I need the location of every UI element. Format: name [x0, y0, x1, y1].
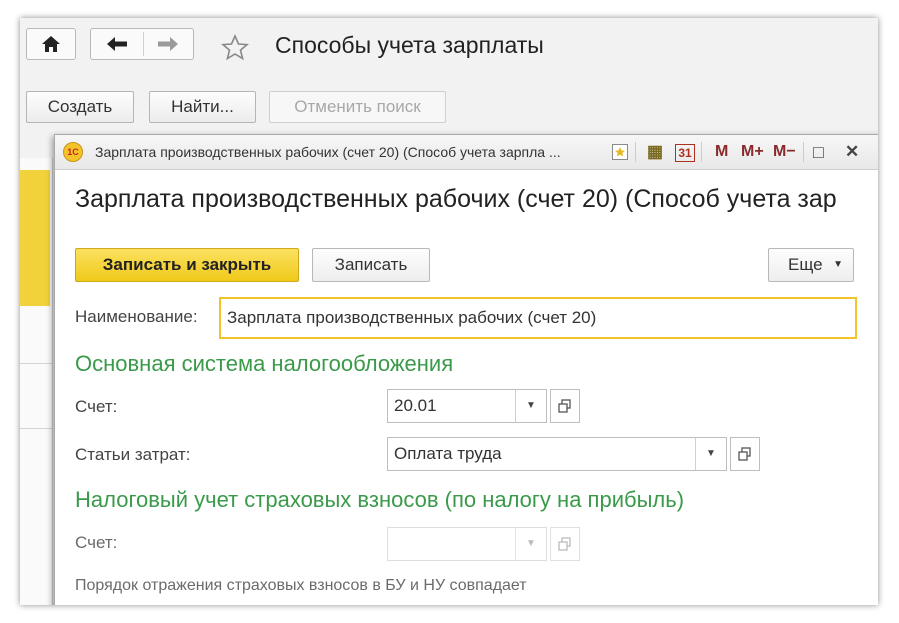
section-insurance-tax: Налоговый учет страховых взносов (по нал…: [75, 487, 685, 512]
arrow-right-icon: [158, 37, 178, 51]
home-button[interactable]: [26, 28, 76, 60]
dropdown-arrow-icon[interactable]: ▼: [515, 528, 546, 560]
memory-icon[interactable]: M: [715, 143, 728, 161]
calendar-icon[interactable]: 31: [675, 144, 695, 162]
cancel-search-button[interactable]: Отменить поиск: [269, 91, 446, 123]
list-selected-row[interactable]: [20, 170, 50, 306]
save-and-close-button[interactable]: Записать и закрыть: [75, 248, 299, 282]
close-icon[interactable]: ✕: [845, 143, 859, 161]
forward-button[interactable]: [144, 29, 194, 59]
find-button[interactable]: Найти...: [149, 91, 256, 123]
cost-items-value: Оплата труда: [394, 444, 502, 463]
edit-dialog: 1С Зарплата производственных рабочих (сч…: [54, 134, 878, 605]
star-icon: [221, 34, 249, 61]
account-value: 20.01: [394, 396, 437, 415]
history-nav: [90, 28, 194, 60]
open-window-icon: [558, 537, 571, 551]
more-button[interactable]: Еще ▼: [768, 248, 854, 282]
open-window-icon: [558, 399, 571, 413]
note-text: Порядок отражения страховых взносов в БУ…: [75, 577, 527, 594]
favorite-button[interactable]: [220, 33, 250, 68]
memory-plus-icon[interactable]: M+: [741, 143, 764, 161]
app-window: Способы учета зарплаты Создать Найти... …: [20, 18, 878, 605]
chevron-down-icon: ▼: [833, 259, 843, 270]
titlebar-divider: [803, 142, 804, 162]
tax-account-select[interactable]: ▼: [387, 527, 547, 561]
maximize-icon[interactable]: □: [813, 143, 824, 161]
bookmark-star-icon: [612, 144, 628, 160]
open-window-icon: [738, 447, 751, 461]
window-title: Способы учета зарплаты: [275, 32, 544, 58]
name-input[interactable]: Зарплата производственных рабочих (счет …: [219, 297, 857, 339]
back-button[interactable]: [91, 29, 143, 59]
form-title: Зарплата производственных рабочих (счет …: [75, 185, 837, 213]
tax-account-label: Счет:: [75, 533, 118, 552]
home-icon: [42, 36, 60, 52]
dialog-titlebar-text: Зарплата производственных рабочих (счет …: [95, 144, 561, 160]
list-divider: [20, 428, 52, 429]
1c-logo-icon: 1С: [63, 142, 83, 162]
tax-account-open-button[interactable]: [550, 527, 580, 561]
account-open-button[interactable]: [550, 389, 580, 423]
cost-items-label: Статьи затрат:: [75, 445, 191, 464]
dropdown-arrow-icon[interactable]: ▼: [515, 390, 546, 422]
save-button[interactable]: Записать: [312, 248, 430, 282]
cost-items-open-button[interactable]: [730, 437, 760, 471]
dropdown-arrow-icon[interactable]: ▼: [695, 438, 726, 470]
create-button[interactable]: Создать: [26, 91, 134, 123]
titlebar-divider: [635, 142, 636, 162]
memory-minus-icon[interactable]: M−: [773, 143, 796, 161]
cost-items-select[interactable]: Оплата труда ▼: [387, 437, 727, 471]
dialog-titlebar: 1С Зарплата производственных рабочих (сч…: [55, 135, 878, 170]
name-label: Наименование:: [75, 307, 198, 326]
account-label: Счет:: [75, 397, 118, 416]
arrow-left-icon: [107, 37, 127, 51]
calculator-icon[interactable]: ▦: [647, 143, 663, 161]
titlebar-divider: [701, 142, 702, 162]
account-select[interactable]: 20.01 ▼: [387, 389, 547, 423]
list-divider: [20, 363, 52, 364]
more-label: Еще: [788, 255, 823, 274]
favorite-link-button[interactable]: [611, 143, 629, 166]
section-main-tax-system: Основная система налогообложения: [75, 351, 454, 376]
